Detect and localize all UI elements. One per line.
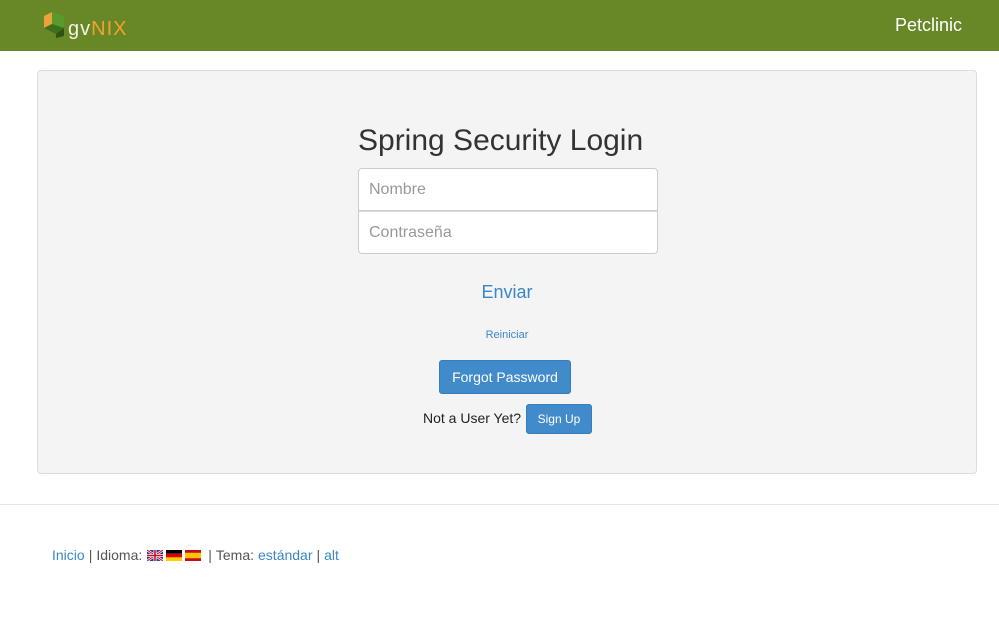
flag-uk-icon[interactable] xyxy=(147,549,164,561)
password-input[interactable] xyxy=(358,211,658,254)
logo-wordmark: gvNIX xyxy=(68,17,127,41)
sign-up-button[interactable]: Sign Up xyxy=(526,404,592,434)
logo-gv: gv xyxy=(68,18,92,40)
top-navbar: gvNIX Petclinic xyxy=(0,0,999,51)
forgot-password-button[interactable]: Forgot Password xyxy=(439,360,571,394)
not-user-text: Not a User Yet? xyxy=(423,410,522,426)
login-title: Spring Security Login xyxy=(358,124,644,157)
language-label: Idioma: xyxy=(96,547,143,563)
footer: Inicio | Idioma: | Tema: estándar | alt xyxy=(52,546,339,564)
flag-es-icon[interactable] xyxy=(185,549,202,561)
separator: | xyxy=(316,547,321,563)
reset-link[interactable]: Reiniciar xyxy=(38,328,976,342)
separator: | xyxy=(208,547,212,563)
home-link[interactable]: Inicio xyxy=(52,546,85,564)
footer-divider xyxy=(0,504,999,505)
gvnix-logo[interactable]: gvNIX xyxy=(42,10,142,42)
flag-de-icon[interactable] xyxy=(166,549,183,561)
cube-logo-icon xyxy=(44,12,64,38)
logo-nix: NIX xyxy=(91,18,128,40)
submit-link[interactable]: Enviar xyxy=(38,281,976,303)
app-title[interactable]: Petclinic xyxy=(895,14,962,36)
separator: | xyxy=(88,547,93,563)
login-panel: Spring Security Login Enviar Reiniciar F… xyxy=(37,70,977,474)
username-input[interactable] xyxy=(358,168,658,211)
theme-label: Tema: xyxy=(215,547,255,563)
theme-standard-link[interactable]: estándar xyxy=(258,546,312,564)
theme-alt-link[interactable]: alt xyxy=(324,546,339,564)
